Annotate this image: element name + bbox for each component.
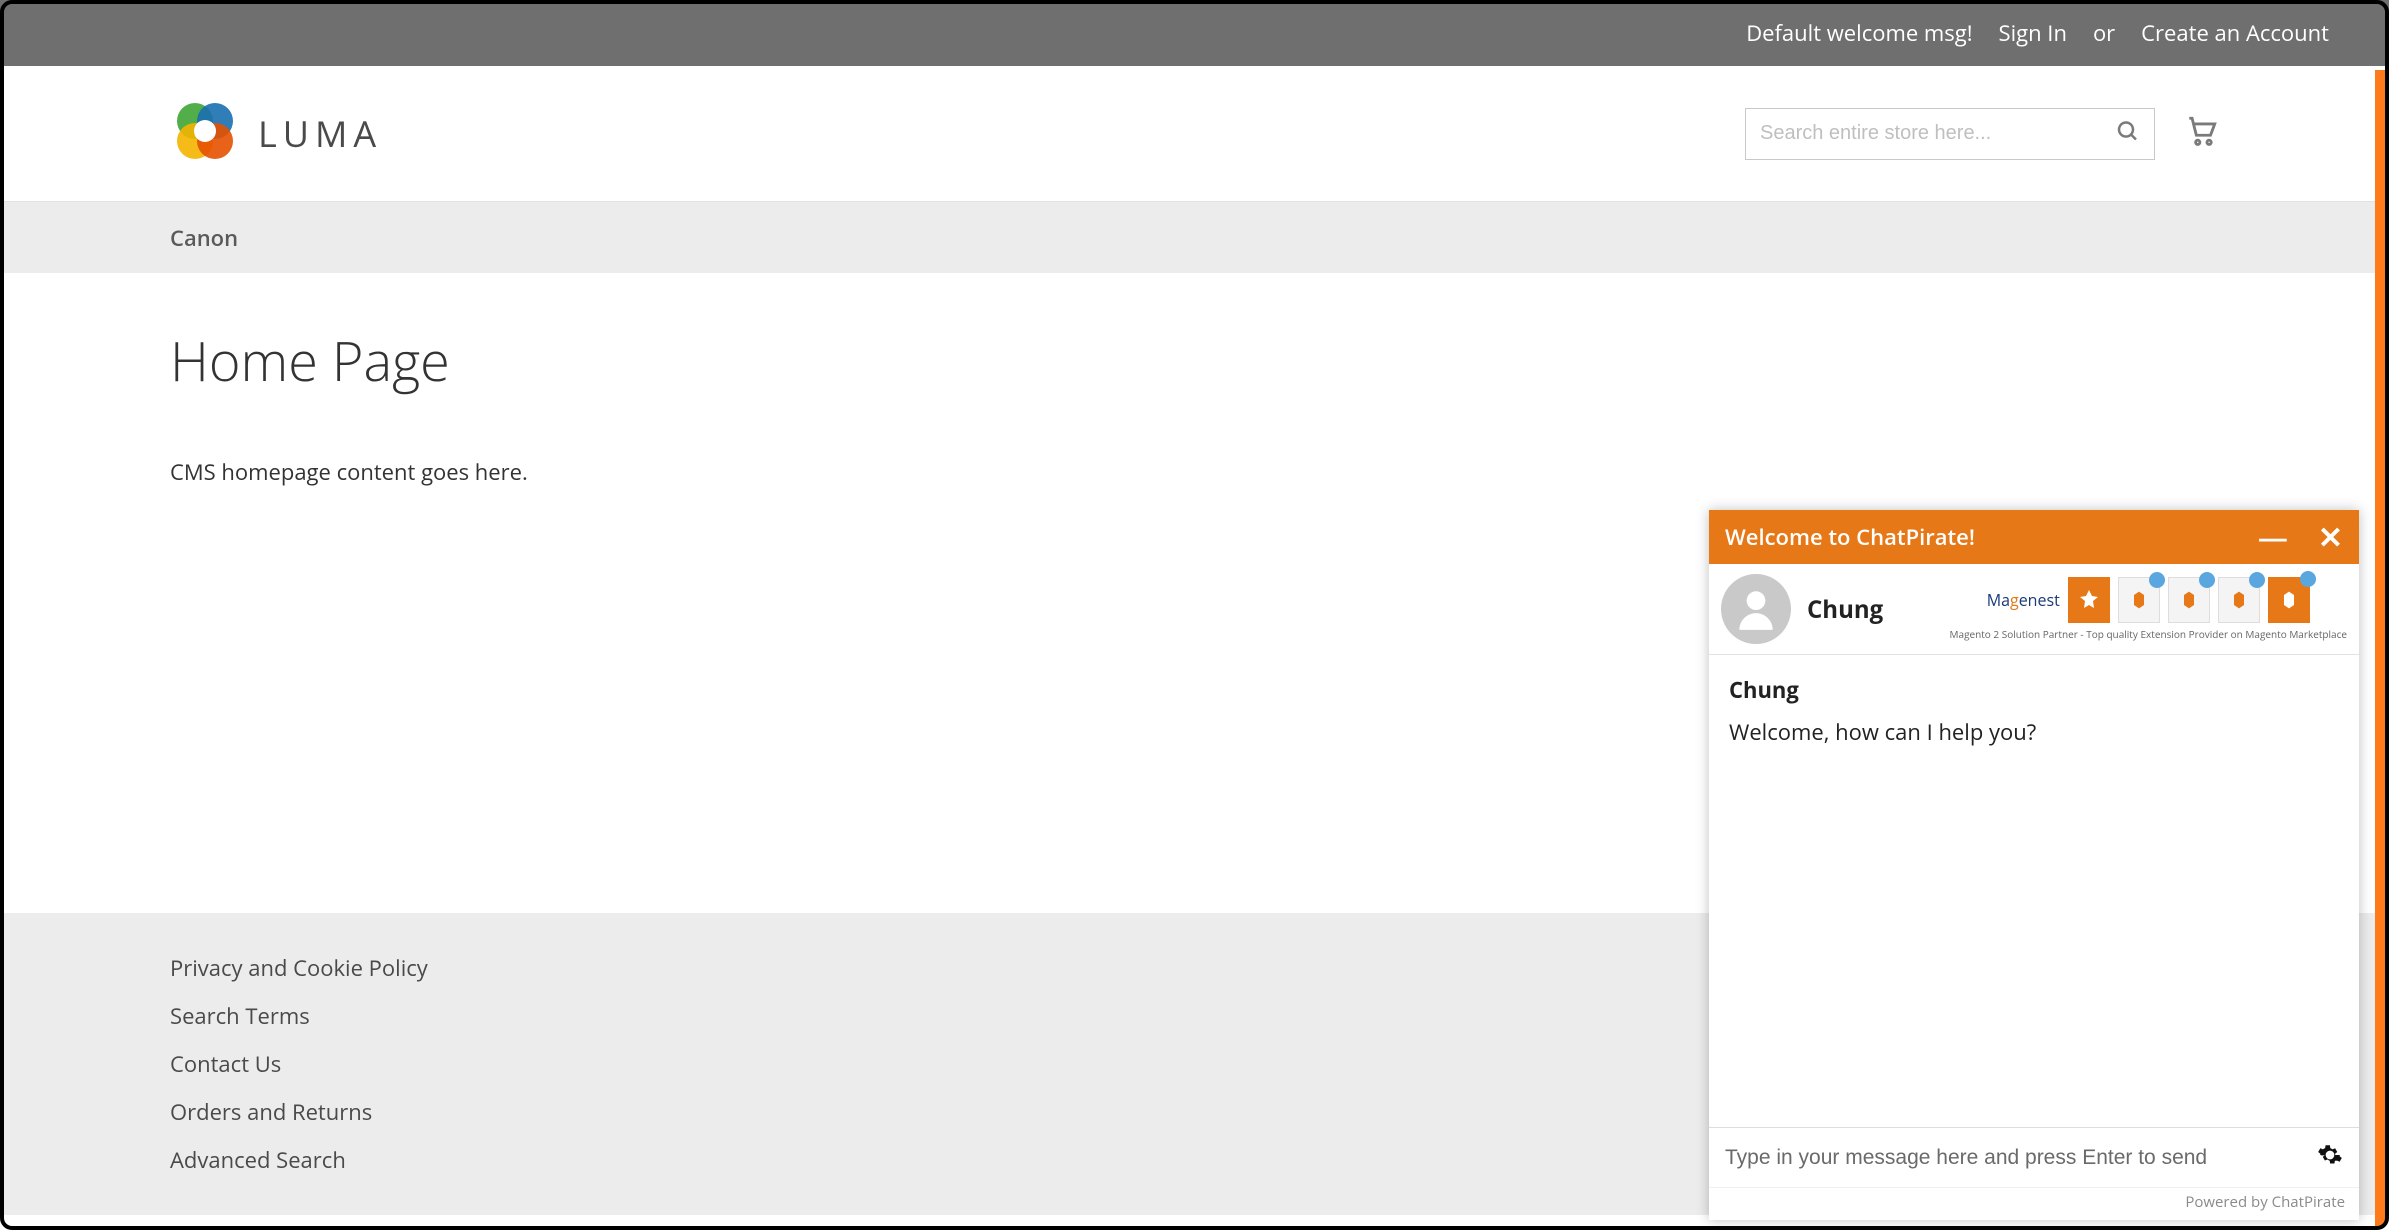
chat-message-text: Welcome, how can I help you? <box>1729 717 2339 747</box>
footer-link-contact[interactable]: Contact Us <box>170 1049 428 1079</box>
search-box <box>1745 108 2155 160</box>
or-text: or <box>2093 18 2115 48</box>
gear-icon[interactable] <box>2317 1142 2343 1173</box>
welcome-message: Default welcome msg! <box>1746 18 1972 48</box>
brand-badge: Magenest <box>1987 589 2060 611</box>
operator-badges: Magenest Magento 2 Solution Partner - To… <box>1950 577 2347 641</box>
logo-text: LUMA <box>258 109 382 158</box>
chat-input-row <box>1709 1127 2359 1187</box>
cms-content: CMS homepage content goes here. <box>170 457 2219 487</box>
header: LUMA <box>0 66 2389 201</box>
page-title: Home Page <box>170 323 2219 397</box>
chat-powered-by: Powered by ChatPirate <box>1709 1187 2359 1220</box>
footer-link-orders[interactable]: Orders and Returns <box>170 1097 428 1127</box>
operator-name: Chung <box>1807 593 1883 626</box>
footer-link-advanced-search[interactable]: Advanced Search <box>170 1145 428 1175</box>
chat-title: Welcome to ChatPirate! <box>1725 522 1975 552</box>
close-icon[interactable]: ✕ <box>2318 522 2343 552</box>
cert-badge-4-icon <box>2268 577 2310 623</box>
sign-in-link[interactable]: Sign In <box>1999 18 2067 48</box>
nav-item-canon[interactable]: Canon <box>170 223 238 253</box>
chat-operator-row: Chung Magenest Magento <box>1709 564 2359 655</box>
search-input[interactable] <box>1746 109 2154 159</box>
minimize-icon[interactable]: — <box>2258 522 2288 552</box>
cert-badge-1-icon <box>2118 577 2160 623</box>
chat-input[interactable] <box>1725 1146 2305 1170</box>
chat-message-sender: Chung <box>1729 675 2339 705</box>
right-accent-bar <box>2375 70 2385 1226</box>
header-right <box>1745 108 2219 160</box>
search-icon[interactable] <box>2116 119 2140 148</box>
cert-badge-2-icon <box>2168 577 2210 623</box>
main-nav: Canon <box>0 201 2389 273</box>
top-bar: Default welcome msg! Sign In or Create a… <box>0 0 2389 66</box>
cert-badge-3-icon <box>2218 577 2260 623</box>
cart-icon[interactable] <box>2185 114 2219 153</box>
footer-link-privacy[interactable]: Privacy and Cookie Policy <box>170 953 428 983</box>
partner-badge-icon <box>2068 577 2110 623</box>
footer-link-search-terms[interactable]: Search Terms <box>170 1001 428 1031</box>
chat-widget: Welcome to ChatPirate! — ✕ Chung Magenes… <box>1709 510 2359 1220</box>
create-account-link[interactable]: Create an Account <box>2141 18 2329 48</box>
chat-header: Welcome to ChatPirate! — ✕ <box>1709 510 2359 564</box>
footer-links: Privacy and Cookie Policy Search Terms C… <box>170 953 428 1175</box>
chat-body: Chung Welcome, how can I help you? <box>1709 655 2359 1127</box>
logo[interactable]: LUMA <box>170 96 382 171</box>
avatar <box>1721 574 1791 644</box>
logo-icon <box>170 96 240 171</box>
badge-tagline: Magento 2 Solution Partner - Top quality… <box>1950 627 2347 641</box>
